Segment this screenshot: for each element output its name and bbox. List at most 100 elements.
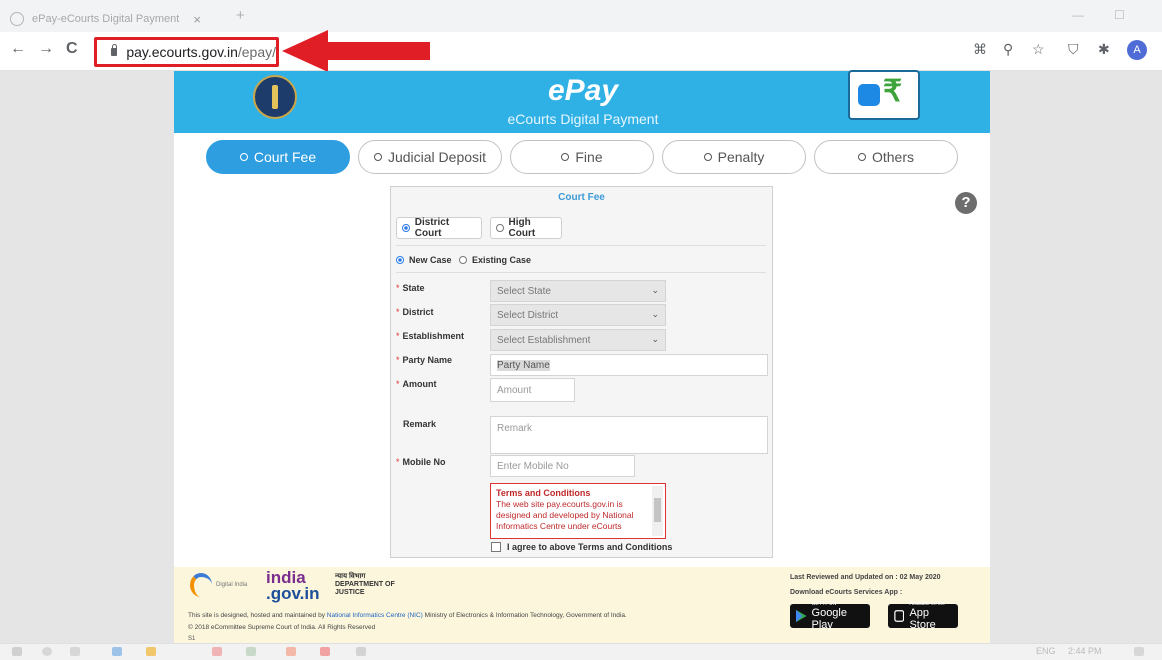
amount-label: * Amount: [396, 379, 437, 389]
option-label: District Court: [414, 217, 450, 239]
agree-label: I agree to above Terms and Conditions: [507, 542, 673, 552]
app-icon[interactable]: [246, 647, 256, 656]
back-arrow-icon[interactable]: ←: [10, 40, 26, 58]
chevron-down-icon: ⌄: [651, 285, 659, 295]
pdf-icon[interactable]: [286, 647, 296, 656]
profile-avatar[interactable]: A: [1127, 40, 1147, 60]
zoom-icon[interactable]: ⚲: [1003, 41, 1013, 58]
tab-court-fee[interactable]: Court Fee: [206, 140, 350, 174]
tab-favicon-icon: [10, 12, 24, 26]
party-name-label: * Party Name: [396, 355, 453, 365]
extensions-puzzle-icon[interactable]: ✱: [1098, 41, 1110, 58]
establishment-label: * Establishment: [396, 331, 465, 341]
tab-title: ePay-eCourts Digital Payment: [32, 13, 180, 25]
reload-icon[interactable]: C: [66, 40, 78, 58]
tab-label: Penalty: [717, 149, 765, 165]
radio-dot-icon: [561, 153, 570, 161]
checkbox[interactable]: [491, 542, 501, 552]
search-icon[interactable]: [42, 647, 52, 656]
digital-india-logo: [190, 573, 212, 597]
form-title: Court Fee: [558, 192, 605, 203]
remark-label: Remark: [403, 419, 437, 429]
amount-input[interactable]: Amount: [490, 378, 575, 402]
media-icon[interactable]: [320, 647, 330, 656]
calculator-icon[interactable]: [356, 647, 366, 656]
terms-box[interactable]: Terms and Conditions The web site pay.ec…: [490, 483, 666, 539]
clock[interactable]: 2:44 PM: [1068, 646, 1102, 656]
os-taskbar: [0, 643, 1162, 660]
footer-site-id: S1: [188, 636, 196, 642]
radio-unselected-icon: [459, 256, 467, 264]
google-play-button[interactable]: GET IT ON Google Play: [790, 601, 870, 631]
folder-icon[interactable]: [146, 647, 156, 656]
task-view-icon[interactable]: [70, 647, 80, 656]
qr-code-icon[interactable]: ⌘: [973, 41, 987, 58]
footer-copyright: © 2018 eCommittee Supreme Court of India…: [188, 624, 376, 631]
digital-india-label: Digital India: [216, 582, 248, 588]
google-play-icon: [796, 609, 807, 623]
new-tab-button[interactable]: +: [236, 7, 245, 24]
radio-selected-icon: [402, 224, 410, 232]
party-name-input[interactable]: Party Name: [490, 354, 768, 376]
tab-label: Others: [871, 149, 914, 165]
terms-scrollbar[interactable]: [652, 486, 663, 536]
radio-dot-icon: [239, 153, 248, 161]
help-icon[interactable]: ?: [955, 192, 977, 214]
option-label: New Case: [409, 255, 452, 265]
last-reviewed: Last Reviewed and Updated on : 02 May 20…: [790, 574, 941, 581]
tab-label: Judicial Deposit: [387, 149, 487, 165]
terms-heading: Terms and Conditions: [496, 488, 591, 498]
minimize-button[interactable]: —: [1072, 8, 1084, 22]
tab-penalty[interactable]: Penalty: [662, 140, 806, 174]
download-app-label: Download eCourts Services App :: [790, 589, 903, 596]
existing-case-option[interactable]: Existing Case: [459, 255, 531, 265]
address-bar[interactable]: pay.ecourts.gov.in/epay/: [94, 37, 279, 67]
rupee-icon: ₹: [883, 75, 903, 108]
hand-touch-icon: [858, 84, 880, 106]
tab-close-icon[interactable]: ×: [193, 12, 201, 27]
browser-tab[interactable]: ePay-eCourts Digital Payment ×: [10, 6, 225, 32]
chevron-down-icon: ⌄: [651, 309, 659, 319]
start-icon[interactable]: [12, 647, 22, 656]
department-of-justice-logo[interactable]: न्याय विभाग DEPARTMENT OF JUSTICE: [335, 573, 395, 597]
site-subtitle: eCourts Digital Payment: [507, 111, 659, 127]
epay-logo: ₹: [848, 70, 920, 120]
radio-dot-icon: [703, 153, 712, 161]
remark-textarea[interactable]: Remark: [490, 416, 768, 454]
forward-arrow-icon[interactable]: →: [38, 40, 54, 58]
notification-icon[interactable]: [1134, 647, 1144, 656]
option-label: Existing Case: [472, 255, 532, 265]
mobile-input[interactable]: Enter Mobile No: [490, 455, 635, 477]
language-indicator[interactable]: ENG: [1036, 646, 1056, 656]
url-text: pay.ecourts.gov.in/epay/: [126, 44, 276, 60]
shield-extension-icon[interactable]: ⛉: [1068, 41, 1079, 58]
district-court-option[interactable]: District Court: [396, 217, 482, 239]
tab-judicial-deposit[interactable]: Judicial Deposit: [358, 140, 502, 174]
nic-link[interactable]: National Informatics Centre (NIC): [327, 612, 423, 619]
radio-unselected-icon: [496, 224, 504, 232]
state-label: * State: [396, 283, 425, 293]
chevron-down-icon: ⌄: [651, 334, 659, 344]
footer-credit: This site is designed, hosted and mainta…: [188, 612, 627, 619]
agree-terms[interactable]: I agree to above Terms and Conditions: [491, 542, 672, 552]
divider: [396, 272, 766, 273]
new-case-option[interactable]: New Case: [396, 255, 452, 265]
district-select[interactable]: Select District ⌄: [490, 304, 666, 326]
tab-label: Court Fee: [253, 149, 317, 165]
edge-icon[interactable]: [112, 647, 122, 656]
radio-dot-icon: [373, 153, 382, 161]
district-label: * District: [396, 307, 434, 317]
radio-selected-icon: [396, 256, 404, 264]
high-court-option[interactable]: High Court: [490, 217, 562, 239]
lock-icon: [111, 44, 118, 56]
state-select[interactable]: Select State ⌄: [490, 280, 666, 302]
india-gov-logo[interactable]: india .gov.in: [266, 569, 320, 602]
tab-fine[interactable]: Fine: [510, 140, 654, 174]
chrome-icon[interactable]: [212, 647, 222, 656]
mobile-label: * Mobile No: [396, 457, 446, 467]
maximize-button[interactable]: ☐: [1114, 8, 1125, 22]
app-store-button[interactable]: Available on the App Store: [888, 601, 958, 631]
bookmark-star-icon[interactable]: ☆: [1032, 41, 1045, 58]
tab-others[interactable]: Others: [814, 140, 958, 174]
establishment-select[interactable]: Select Establishment ⌄: [490, 329, 666, 351]
